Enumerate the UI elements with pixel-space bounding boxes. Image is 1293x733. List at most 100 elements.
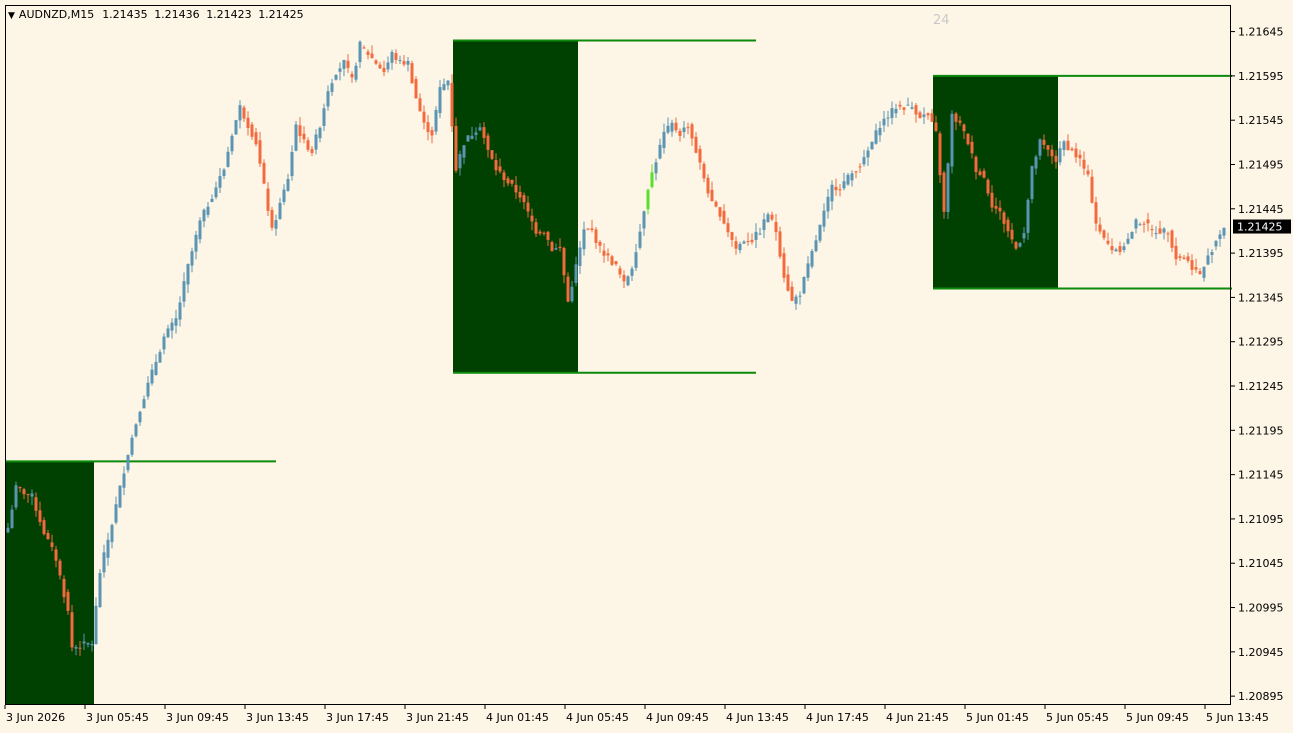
candle-body — [1150, 229, 1154, 231]
candle-body — [882, 118, 886, 126]
candle-body — [42, 520, 46, 535]
candle-body — [10, 509, 14, 529]
candle-body — [258, 140, 262, 164]
candle-body — [610, 256, 614, 265]
candle-body — [422, 111, 426, 123]
y-tick-label: 1.20995 — [1238, 602, 1284, 615]
candle-body — [346, 60, 350, 68]
candle-body — [914, 105, 918, 115]
candle-body — [1098, 224, 1102, 232]
candle-body — [1130, 232, 1134, 239]
candle-body — [338, 68, 342, 72]
candle-body — [806, 263, 810, 278]
candle-body — [18, 487, 22, 489]
candle-body — [718, 207, 722, 217]
candle-body — [342, 59, 346, 69]
candle-body — [430, 130, 434, 136]
candle-body — [122, 473, 126, 488]
candle-body — [118, 485, 122, 508]
y-tick-label: 1.21145 — [1238, 469, 1284, 482]
candle-body — [402, 61, 406, 65]
candle-body — [682, 127, 686, 133]
candle-body — [390, 52, 394, 63]
candle-body — [1114, 249, 1118, 252]
candle-body — [706, 177, 710, 194]
candle-body — [1118, 246, 1122, 252]
candle-body — [254, 132, 258, 145]
candle-body — [262, 162, 266, 184]
y-tick-label: 1.21645 — [1238, 26, 1284, 39]
candle-body — [754, 231, 758, 240]
candle-body — [1126, 238, 1130, 244]
candle-body — [986, 179, 990, 194]
candle-body — [370, 53, 374, 58]
candle-body — [962, 124, 966, 132]
candle-body — [1106, 240, 1110, 244]
candle-body — [586, 228, 590, 230]
candle-body — [566, 276, 570, 302]
candle-body — [66, 591, 70, 611]
candle-body — [146, 382, 150, 397]
candle-body — [270, 209, 274, 228]
price-chart[interactable]: 1.21645 1.21595 1.21545 1.21495 1.21445 1.213… — [0, 0, 1293, 733]
candle-body — [710, 189, 714, 202]
candle-body — [82, 641, 86, 644]
candle-body — [22, 489, 26, 495]
candle-body — [514, 184, 518, 193]
candle-body — [1178, 256, 1182, 258]
candle-body — [666, 125, 670, 133]
candle-body — [594, 229, 598, 243]
y-tick-label: 1.20945 — [1238, 646, 1284, 659]
candle-body — [62, 578, 66, 598]
candle-body — [990, 192, 994, 208]
candle-body — [358, 41, 362, 63]
candle-body — [1014, 242, 1018, 249]
candle-body — [834, 186, 838, 191]
chart-title-bar: ▼ AUDNZD,M15 1.21435 1.21436 1.21423 1.214… — [8, 8, 307, 21]
candle-body — [910, 107, 914, 109]
candle-body — [730, 232, 734, 240]
candle-body — [206, 206, 210, 215]
x-tick-label: 4 Jun 21:45 — [886, 711, 949, 724]
candle-body — [222, 169, 226, 177]
candle-body — [526, 202, 530, 212]
candle-body — [906, 104, 910, 106]
candle-body — [818, 224, 822, 241]
y-tick-label: 1.21445 — [1238, 203, 1284, 216]
candle-body — [458, 154, 462, 169]
candle-body — [558, 246, 562, 248]
candle-body — [394, 53, 398, 60]
candle-body — [350, 74, 354, 78]
candle-body — [626, 276, 630, 286]
candle-body — [794, 296, 798, 304]
candle-body — [578, 247, 582, 266]
candle-body — [814, 240, 818, 252]
candle-body — [722, 210, 726, 224]
candle-body — [874, 130, 878, 144]
candle-body — [170, 322, 174, 331]
candle-body — [810, 251, 814, 267]
x-tick-label: 3 Jun 13:45 — [246, 711, 309, 724]
candle-body — [1022, 233, 1026, 239]
candle-body — [386, 62, 390, 70]
dropdown-triangle-icon[interactable]: ▼ — [8, 11, 15, 21]
candle-body — [434, 109, 438, 132]
candle-body — [98, 573, 102, 608]
candle-body — [506, 178, 510, 184]
x-tick-label: 4 Jun 17:45 — [806, 711, 869, 724]
candle-body — [278, 202, 282, 219]
candle-body — [898, 104, 902, 107]
candle-body — [230, 135, 234, 152]
candle-body — [366, 51, 370, 55]
candle-body — [14, 485, 18, 508]
candle-body — [1058, 148, 1062, 163]
candle-body — [790, 286, 794, 301]
candle-body — [174, 318, 178, 326]
candle-body — [862, 157, 866, 165]
candle-body — [998, 207, 1002, 212]
candle-body — [78, 647, 82, 649]
candle-body — [726, 223, 730, 233]
candle-body — [454, 125, 458, 171]
y-tick-label: 1.21495 — [1238, 158, 1284, 171]
candle-body — [58, 560, 62, 576]
